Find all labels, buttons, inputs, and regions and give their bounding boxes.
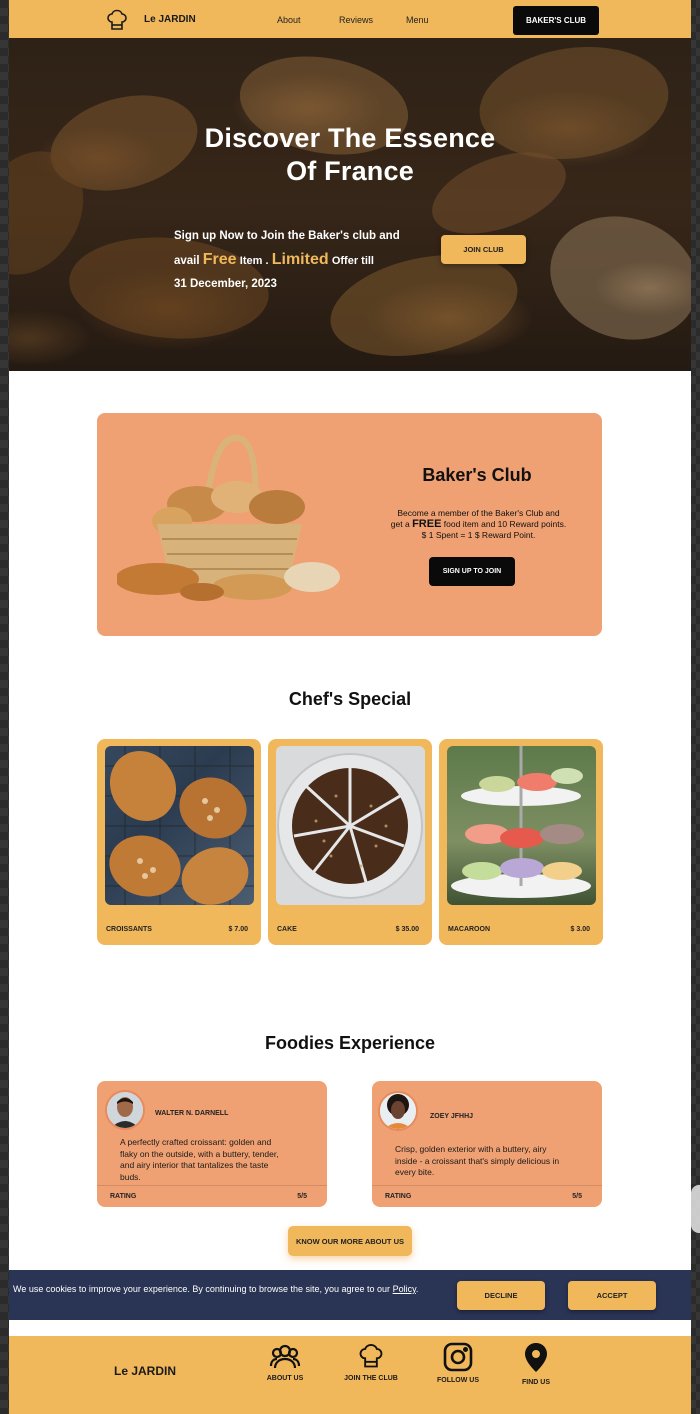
rating-label: RATING	[110, 1193, 137, 1200]
chefs-special-title: Chef's Special	[288, 689, 412, 709]
special-card-croissants[interactable]: CROISSANTS $ 7.00	[97, 739, 261, 945]
reviewer-name: ZOEY JFHHJ	[430, 1113, 474, 1120]
special-card-cake[interactable]: CAKE $ 35.00	[268, 739, 432, 945]
bakers-club-card: Baker's Club Become a member of the Bake…	[97, 413, 602, 636]
footer: Le JARDIN ABOUT US JOIN THE CLUB FOLLOW …	[9, 1336, 691, 1414]
hero-promo-text: Sign up Now to Join the Baker's club and…	[174, 230, 400, 290]
avatar	[105, 1090, 145, 1130]
footer-about-us[interactable]: ABOUT US	[250, 1342, 320, 1382]
people-icon	[269, 1344, 301, 1369]
footer-follow-us[interactable]: FOLLOW US	[423, 1342, 493, 1384]
footer-find-us[interactable]: FIND US	[501, 1342, 571, 1386]
macaroon-image	[447, 746, 596, 905]
policy-link[interactable]: Policy	[393, 1284, 416, 1294]
bakers-club-title: Baker's Club	[422, 465, 532, 485]
item-price: $ 35.00	[395, 926, 419, 933]
item-price: $ 3.00	[570, 926, 590, 933]
reviewer-name: WALTER N. DARNELL	[155, 1110, 229, 1117]
know-more-about-us-button[interactable]: KNOW OUR MORE ABOUT US	[288, 1226, 412, 1256]
rating-value: 5/5	[572, 1193, 582, 1200]
top-nav: Le JARDIN About Reviews Menu BAKER'S CLU…	[9, 0, 691, 38]
rating-row: RATING 5/5	[372, 1185, 602, 1207]
cookie-banner: We use cookies to improve your experienc…	[9, 1270, 691, 1320]
review-card: ZOEY JFHHJ Crisp, golden exterior with a…	[372, 1081, 602, 1207]
rating-label: RATING	[385, 1193, 412, 1200]
chef-hat-icon	[359, 1343, 383, 1368]
nav-link-menu[interactable]: Menu	[406, 15, 429, 25]
footer-join-the-club[interactable]: JOIN THE CLUB	[336, 1342, 406, 1382]
hero-title: Discover The Essence Of France	[204, 123, 496, 186]
item-name: MACAROON	[448, 926, 490, 933]
page: Le JARDIN About Reviews Menu BAKER'S CLU…	[9, 0, 691, 1414]
join-club-button[interactable]: JOIN CLUB	[441, 235, 526, 264]
croissants-image	[105, 746, 254, 905]
location-pin-icon	[525, 1343, 547, 1372]
item-name: CAKE	[277, 926, 297, 933]
bakers-club-button[interactable]: BAKER'S CLUB	[513, 6, 599, 35]
rating-row: RATING 5/5	[97, 1185, 327, 1207]
footer-brand: Le JARDIN	[114, 1364, 177, 1378]
side-scroll-tab[interactable]	[691, 1185, 700, 1233]
accept-button[interactable]: ACCEPT	[568, 1281, 656, 1310]
rating-value: 5/5	[297, 1193, 307, 1200]
cookie-message: We use cookies to improve your experienc…	[13, 1284, 419, 1294]
bread-basket-image	[117, 434, 340, 601]
foodies-experience-title: Foodies Experience	[264, 1033, 436, 1053]
review-text: Crisp, golden exterior with a buttery, a…	[395, 1144, 560, 1177]
review-card: WALTER N. DARNELL A perfectly crafted cr…	[97, 1081, 327, 1207]
nav-link-reviews[interactable]: Reviews	[339, 15, 373, 25]
nav-link-about[interactable]: About	[277, 15, 301, 25]
avatar	[378, 1091, 418, 1131]
item-price: $ 7.00	[228, 926, 248, 933]
bakers-club-description: Become a member of the Baker's Club and …	[390, 508, 567, 540]
brand-name[interactable]: Le JARDIN	[144, 14, 196, 25]
sign-up-to-join-button[interactable]: SIGN UP TO JOIN	[429, 557, 515, 586]
decline-button[interactable]: DECLINE	[457, 1281, 545, 1310]
review-text: A perfectly crafted croissant: golden an…	[120, 1137, 279, 1182]
hero-section: Discover The Essence Of France Sign up N…	[9, 38, 691, 371]
special-card-macaroon[interactable]: MACAROON $ 3.00	[439, 739, 603, 945]
chef-hat-icon	[107, 9, 127, 30]
item-name: CROISSANTS	[106, 926, 152, 933]
instagram-icon	[443, 1342, 473, 1372]
cake-image	[276, 746, 425, 905]
